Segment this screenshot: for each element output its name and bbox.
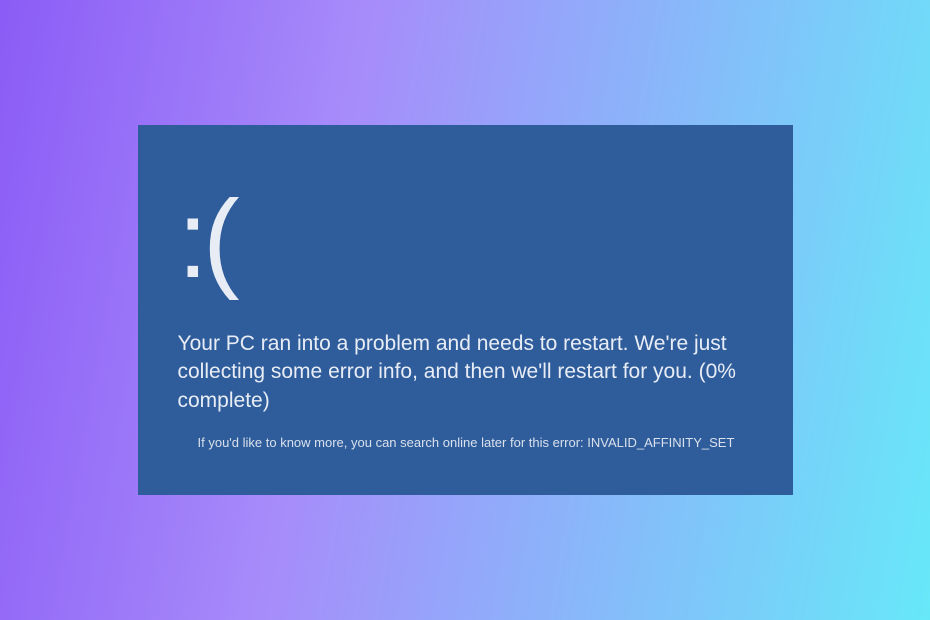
sad-face-icon: :( [178,185,753,295]
error-message: Your PC ran into a problem and needs to … [178,330,748,415]
bsod-screen: :( Your PC ran into a problem and needs … [138,125,793,495]
error-info-line: If you'd like to know more, you can sear… [178,435,753,450]
error-info-prefix: If you'd like to know more, you can sear… [198,435,588,450]
error-code: INVALID_AFFINITY_SET [587,435,734,450]
